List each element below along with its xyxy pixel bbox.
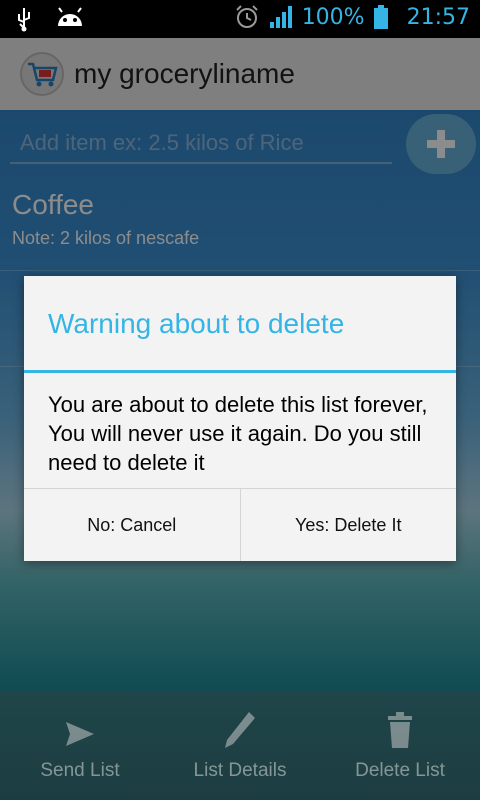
battery-icon <box>373 4 399 30</box>
bottom-action-bar: Send List List Details Delete List <box>0 692 480 800</box>
send-icon <box>66 722 94 746</box>
signal-icon <box>268 4 294 30</box>
dialog-message: You are about to delete this list foreve… <box>48 392 428 475</box>
list-details-button[interactable]: List Details <box>160 692 320 800</box>
delete-list-button[interactable]: Delete List <box>320 692 480 800</box>
send-list-label: Send List <box>40 760 120 781</box>
dialog-button-bar: No: Cancel Yes: Delete It <box>24 488 456 561</box>
delete-warning-dialog: Warning about to delete You are about to… <box>24 276 456 561</box>
battery-percent: 100% <box>301 4 365 30</box>
send-list-button[interactable]: Send List <box>0 692 160 800</box>
status-bar: 100% 21:57 <box>0 0 480 38</box>
android-icon <box>56 6 82 32</box>
cancel-button[interactable]: No: Cancel <box>24 489 240 561</box>
delete-list-label: Delete List <box>355 760 445 781</box>
usb-icon <box>14 6 40 32</box>
alarm-icon <box>234 4 260 30</box>
list-details-label: List Details <box>193 760 287 781</box>
confirm-delete-button[interactable]: Yes: Delete It <box>239 489 457 561</box>
clock: 21:57 <box>406 4 470 30</box>
trash-icon <box>388 712 412 748</box>
dialog-title-divider <box>24 370 456 373</box>
dialog-title: Warning about to delete <box>48 308 345 339</box>
pencil-icon <box>225 712 255 748</box>
